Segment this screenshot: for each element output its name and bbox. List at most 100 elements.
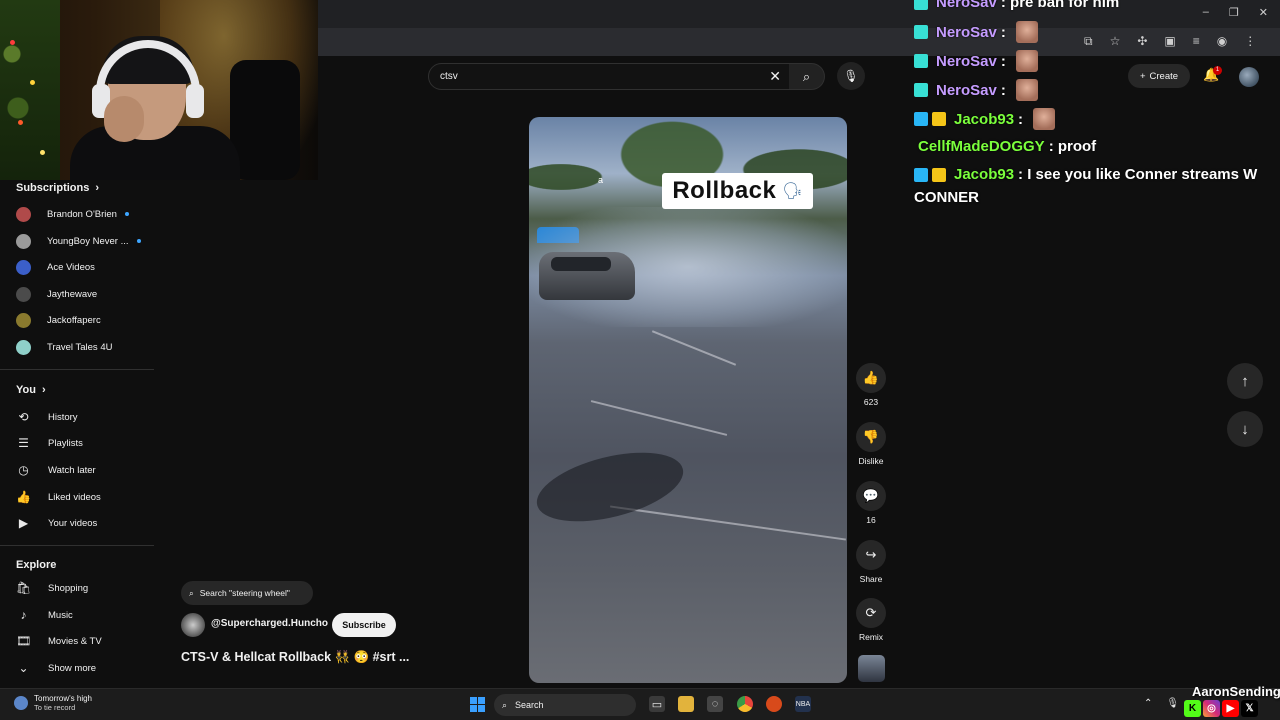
sidepanel-icon[interactable]: ▣: [1164, 34, 1175, 49]
sidebar-item-watch-later[interactable]: ◷ Watch later: [16, 460, 95, 480]
chat-message: Jacob93 :: [914, 108, 1056, 130]
sidebar-item-subscription[interactable]: Jaythewave: [16, 284, 97, 304]
thumbs-up-icon[interactable]: 👍: [856, 363, 886, 393]
sidebar-item-subscription[interactable]: Brandon O'Brien: [16, 204, 129, 224]
media-icon[interactable]: ≡: [1193, 34, 1200, 49]
chat-text: :: [1018, 110, 1024, 128]
avatar: [16, 233, 31, 249]
sidebar-item-subscription[interactable]: Jackoffaperc: [16, 310, 101, 330]
sidebar-item-liked-videos[interactable]: 👍 Liked videos: [16, 487, 101, 507]
comment-icon[interactable]: 💬: [856, 481, 886, 511]
short-video-player[interactable]: a Rollback 🗣: [529, 117, 847, 683]
chat-username: NeroSav: [936, 0, 997, 11]
app-icon[interactable]: ◌: [707, 696, 723, 712]
arrow-down-icon: ↓: [1241, 420, 1249, 438]
instagram-icon: ◎: [1203, 700, 1220, 717]
cast-icon[interactable]: ⧉: [1084, 34, 1093, 49]
voice-search-button[interactable]: 🎙: [837, 62, 865, 90]
video-title[interactable]: CTS-V & Hellcat Rollback 👯 😳 #srt ...: [181, 650, 409, 665]
subscribe-button[interactable]: Subscribe: [332, 613, 396, 637]
chat-text: :: [1000, 52, 1006, 70]
related-search-chip[interactable]: ⌕ Search "steering wheel": [181, 581, 313, 605]
game-icon[interactable]: NBA: [795, 696, 811, 712]
chrome-icon[interactable]: [737, 696, 753, 712]
tree-light: [18, 120, 23, 125]
headphone-earcup: [186, 84, 204, 118]
thumbs-up-icon: 👍: [16, 490, 31, 504]
sidebar-item-subscription[interactable]: YoungBoy Never ...: [16, 231, 141, 251]
avatar[interactable]: [1239, 67, 1259, 87]
account-icon[interactable]: ◉: [1217, 34, 1227, 49]
previous-video-button[interactable]: ↑: [1227, 363, 1263, 399]
chat-text: : proof: [1048, 138, 1097, 155]
subscription-label: Travel Tales 4U: [47, 341, 113, 353]
chat-message: NeroSav : pre ban for him: [914, 0, 1119, 11]
search-button[interactable]: ⌕: [789, 63, 825, 90]
video-caption: Rollback 🗣: [662, 173, 813, 209]
chat-badge-icon: [914, 25, 928, 39]
streamer-hand: [104, 96, 144, 142]
share-label: Share: [859, 574, 883, 584]
share-icon[interactable]: ↪: [856, 540, 886, 570]
sidebar-item-shopping[interactable]: 🛍 Shopping: [16, 578, 88, 598]
dislike-action[interactable]: 👎 Dislike: [856, 422, 886, 466]
sidebar-item-subscription[interactable]: Ace Videos: [16, 257, 95, 277]
sound-thumbnail[interactable]: [858, 655, 885, 682]
next-video-button[interactable]: ↓: [1227, 411, 1263, 447]
close-window-icon[interactable]: ✕: [1259, 6, 1268, 19]
remix-label: Remix: [858, 632, 884, 642]
close-icon[interactable]: ✕: [769, 68, 781, 85]
search-icon: ⌕: [802, 68, 811, 84]
file-explorer-icon[interactable]: [678, 696, 694, 712]
video-small-text: a: [598, 175, 604, 185]
maximize-icon[interactable]: ❐: [1229, 6, 1239, 19]
chevron-right-icon: ›: [95, 182, 100, 194]
avatar[interactable]: [181, 613, 205, 637]
sidebar-item-history[interactable]: ⟲ History: [16, 407, 77, 427]
chevron-up-icon[interactable]: ⌃: [1144, 698, 1152, 709]
subscription-label: Brandon O'Brien: [47, 208, 117, 220]
history-icon: ⟲: [18, 410, 29, 424]
windows-start-icon[interactable]: [470, 697, 485, 712]
sidebar-item-your-videos[interactable]: ▶ Your videos: [16, 513, 97, 533]
minimize-icon[interactable]: –: [1203, 6, 1209, 19]
crown-badge-icon: [932, 112, 946, 126]
new-content-dot: [136, 239, 141, 243]
browser-menu-icon[interactable]: ⋮: [1244, 34, 1256, 49]
thumbs-down-icon[interactable]: 👎: [856, 422, 886, 452]
sidebar-item-label: Show more: [48, 662, 97, 674]
taskbar-search[interactable]: ⌕ Search: [494, 694, 636, 716]
comment-count: 16: [866, 515, 876, 525]
like-action[interactable]: 👍 623: [856, 363, 886, 407]
subscriptions-heading[interactable]: Subscriptions ›: [16, 182, 99, 194]
sidebar-divider: [0, 545, 154, 546]
sidebar-item-playlists[interactable]: ☰ Playlists: [16, 433, 83, 453]
sidebar-item-movies-tv[interactable]: 🎞 Movies & TV: [16, 631, 102, 651]
sidebar-item-show-more[interactable]: ⌄ Show more: [16, 658, 96, 678]
remix-action[interactable]: ⟳ Remix: [856, 598, 886, 642]
sidebar-item-music[interactable]: ♪ Music: [16, 605, 73, 625]
share-action[interactable]: ↪ Share: [856, 540, 886, 584]
sidebar-item-subscription[interactable]: Travel Tales 4U: [16, 337, 112, 357]
search-input[interactable]: ctsv ✕: [428, 63, 790, 90]
weather-widget[interactable]: Tomorrow's high To tie record: [14, 694, 92, 712]
remix-icon[interactable]: ⟳: [856, 598, 886, 628]
chat-text: :: [1000, 81, 1006, 99]
browser-toolbar-icons: ⧉ ☆ ✣ ▣ ≡ ◉ ⋮: [1084, 34, 1256, 49]
channel-name[interactable]: @Supercharged.Huncho: [211, 618, 328, 629]
browser-icon[interactable]: [766, 696, 782, 712]
create-button[interactable]: + Create: [1128, 64, 1190, 88]
search-query: ctsv: [440, 71, 458, 82]
comments-action[interactable]: 💬 16: [856, 481, 886, 525]
bookmark-star-icon[interactable]: ☆: [1110, 34, 1121, 49]
tire-mark: [590, 400, 728, 436]
taskbar: Tomorrow's high To tie record ⌕ Search ▭…: [0, 688, 1280, 720]
mic-icon[interactable]: 🎙: [1166, 698, 1179, 709]
avatar: [16, 339, 31, 355]
sidebar-item-label: Movies & TV: [48, 635, 102, 647]
extensions-icon[interactable]: ✣: [1137, 34, 1147, 49]
music-icon: ♪: [20, 608, 27, 622]
x-icon: 𝕏: [1241, 700, 1258, 717]
task-view-icon[interactable]: ▭: [649, 696, 665, 712]
you-heading[interactable]: You ›: [16, 384, 46, 396]
